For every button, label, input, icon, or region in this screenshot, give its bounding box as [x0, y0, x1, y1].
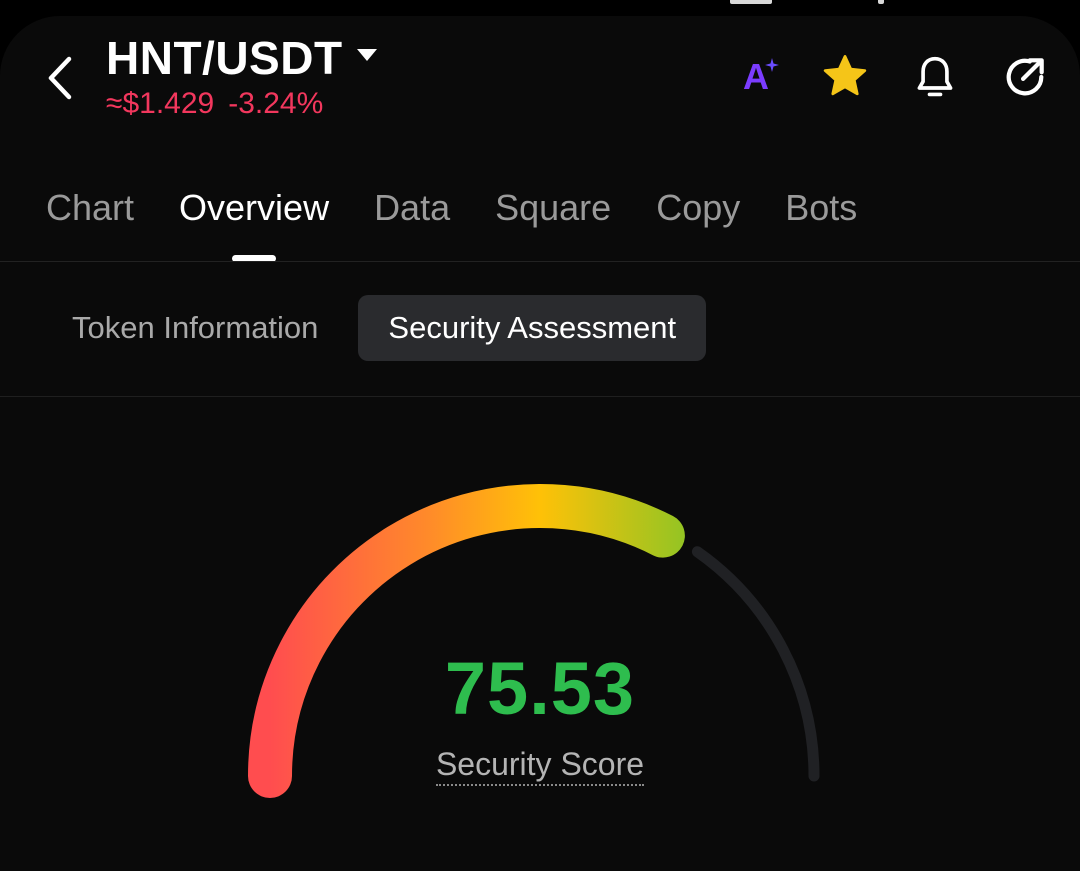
tab-copy[interactable]: Copy — [656, 182, 740, 234]
chevron-left-icon — [48, 56, 72, 100]
price-row: ≈$1.429 -3.24% — [106, 86, 377, 122]
status-bar-fragment — [878, 0, 884, 4]
main-tabs: Chart Overview Data Square Copy Bots — [46, 182, 857, 234]
bell-icon — [917, 56, 953, 97]
tab-overview[interactable]: Overview — [179, 182, 329, 234]
status-bar-remnant — [0, 0, 1080, 16]
pair-dropdown[interactable]: HNT/USDT — [106, 30, 377, 86]
security-score-label[interactable]: Security Score — [435, 746, 645, 786]
app-screen: HNT/USDT ≈$1.429 -3.24% A Chart Overview… — [0, 16, 1080, 871]
ai-icon-letter: A — [743, 56, 769, 97]
header-actions: A — [730, 52, 1050, 102]
caret-down-icon — [356, 49, 377, 61]
share-button[interactable] — [1000, 52, 1050, 102]
overview-subtabs: Token Information Security Assessment — [42, 295, 707, 361]
ai-sparkle-icon: A — [743, 56, 779, 98]
tabs-divider — [0, 261, 1080, 262]
favorite-button[interactable] — [820, 52, 870, 102]
security-gauge — [248, 484, 820, 798]
tab-bots[interactable]: Bots — [785, 182, 857, 234]
tab-chart[interactable]: Chart — [46, 182, 134, 234]
gauge-fill — [248, 484, 685, 798]
tab-square[interactable]: Square — [495, 182, 611, 234]
pair-title: HNT/USDT — [106, 32, 343, 84]
price-alert-button[interactable] — [910, 52, 960, 102]
tab-data[interactable]: Data — [374, 182, 450, 234]
price-change: -3.24% — [228, 87, 324, 120]
back-button[interactable] — [36, 50, 84, 106]
pair-selector: HNT/USDT ≈$1.429 -3.24% — [106, 30, 377, 122]
ai-button[interactable]: A — [730, 52, 780, 102]
security-score-value: 75.53 — [444, 647, 636, 730]
share-icon — [1006, 58, 1044, 96]
status-bar-fragment — [730, 0, 772, 4]
security-score-label-wrap: Security Score — [0, 746, 1080, 786]
subtab-security-assessment[interactable]: Security Assessment — [358, 295, 707, 361]
star-icon — [823, 55, 867, 96]
subtab-token-information[interactable]: Token Information — [42, 295, 348, 361]
price-value: ≈$1.429 — [106, 87, 215, 120]
header: HNT/USDT ≈$1.429 -3.24% A — [0, 16, 1080, 136]
